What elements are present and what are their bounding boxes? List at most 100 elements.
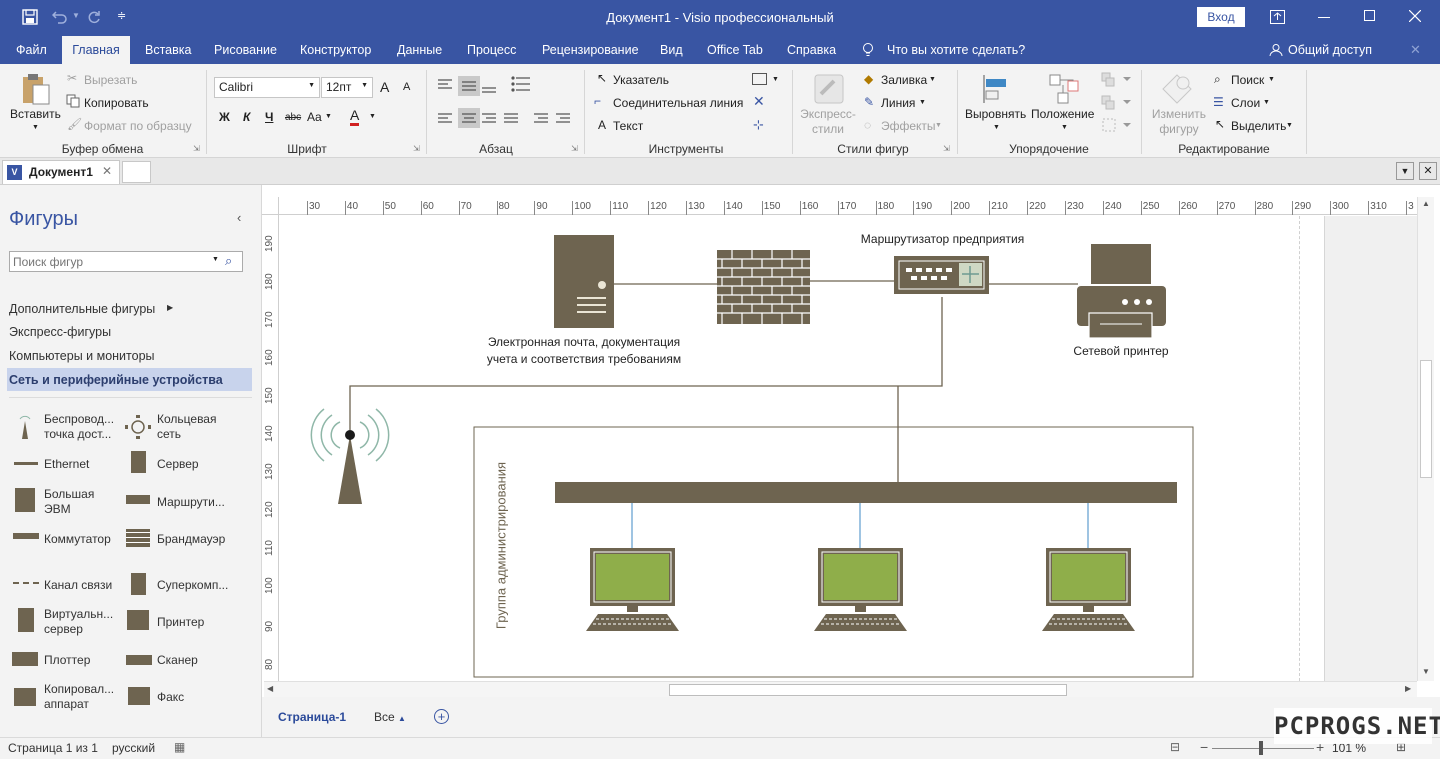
line-button[interactable]: Линия xyxy=(881,96,915,110)
tab-home[interactable]: Главная xyxy=(62,36,130,64)
copy-button[interactable]: Копировать xyxy=(84,96,149,110)
tab-data[interactable]: Данные xyxy=(397,36,442,64)
chevron-down-icon[interactable]: ▼ xyxy=(1286,122,1293,129)
stencil-router[interactable]: Маршрути... xyxy=(157,495,225,510)
find-button[interactable]: Поиск xyxy=(1231,73,1264,87)
tell-me-search[interactable]: Что вы хотите сделать? xyxy=(887,36,1025,64)
close-tab-icon[interactable]: ✕ xyxy=(102,164,112,178)
change-shape-icon[interactable] xyxy=(1160,72,1194,106)
connection-point-icon[interactable]: ⊹ xyxy=(753,117,764,133)
vertical-scrollbar[interactable]: ▲ ▼ xyxy=(1417,197,1434,681)
category-more-shapes[interactable]: Дополнительные фигуры ▶ xyxy=(9,302,184,316)
tab-process[interactable]: Процесс xyxy=(467,36,516,64)
category-quick-shapes[interactable]: Экспресс-фигуры xyxy=(9,325,111,339)
layers-button[interactable]: Слои xyxy=(1231,96,1260,110)
scroll-left-icon[interactable]: ◀ xyxy=(267,684,273,693)
paste-icon[interactable] xyxy=(20,72,52,106)
cut-button[interactable]: Вырезать xyxy=(84,73,137,87)
minimize-icon[interactable] xyxy=(1318,17,1330,18)
tab-list-dropdown-icon[interactable]: ▼ xyxy=(1396,162,1414,180)
italic-button[interactable]: К xyxy=(243,110,250,124)
horizontal-scroll-thumb[interactable] xyxy=(669,684,1067,696)
chevron-down-icon[interactable]: ▼ xyxy=(1268,76,1275,83)
tab-draw[interactable]: Рисование xyxy=(214,36,277,64)
share-button[interactable]: Общий доступ xyxy=(1288,36,1372,64)
new-tab-button[interactable] xyxy=(122,161,151,183)
zoom-slider[interactable] xyxy=(1212,748,1314,749)
stencil-ethernet[interactable]: Ethernet xyxy=(44,457,89,472)
document-tab[interactable]: V Документ1 ✕ xyxy=(2,160,120,184)
scroll-up-icon[interactable]: ▲ xyxy=(1422,199,1430,208)
redo-icon[interactable] xyxy=(86,10,102,24)
effects-button[interactable]: Эффекты xyxy=(881,119,936,133)
stencil-plotter[interactable]: Плоттер xyxy=(44,653,90,668)
shape-styles-launcher-icon[interactable]: ⇲ xyxy=(943,144,950,153)
fill-button[interactable]: Заливка xyxy=(881,73,927,87)
delete-connector-icon[interactable]: ✕ xyxy=(753,93,765,110)
collapse-panel-icon[interactable]: ‹ xyxy=(237,210,241,225)
chevron-down-icon[interactable]: ▼ xyxy=(369,113,376,120)
chevron-down-icon[interactable]: ▼ xyxy=(325,113,332,120)
zoom-slider-thumb[interactable] xyxy=(1259,741,1263,755)
strikethrough-button[interactable]: abc xyxy=(285,112,301,123)
shape-search-box[interactable]: ▼ ⌕ xyxy=(9,251,243,272)
tab-view[interactable]: Вид xyxy=(660,36,683,64)
chevron-down-icon[interactable]: ▼ xyxy=(929,76,936,83)
paragraph-launcher-icon[interactable]: ⇲ xyxy=(571,144,578,153)
stencil-virtual-server[interactable]: Виртуальн... сервер xyxy=(44,607,113,637)
chevron-down-icon[interactable]: ▼ xyxy=(993,124,1000,131)
tab-file[interactable]: Файл xyxy=(16,36,47,64)
shrink-font-icon[interactable]: A xyxy=(403,81,410,93)
quick-styles-icon[interactable] xyxy=(812,72,846,106)
text-tool-button[interactable]: Текст xyxy=(613,119,643,133)
macro-record-icon[interactable]: ▦ xyxy=(174,740,185,754)
chevron-down-icon[interactable]: ▼ xyxy=(772,76,779,83)
chevron-down-icon[interactable]: ▼ xyxy=(212,256,219,263)
paste-button[interactable]: Вставить xyxy=(10,107,61,121)
vertical-scroll-thumb[interactable] xyxy=(1420,360,1432,478)
stencil-supercomputer[interactable]: Суперкомп... xyxy=(157,578,228,593)
underline-button[interactable]: Ч xyxy=(265,110,273,124)
search-icon[interactable]: ⌕ xyxy=(225,253,232,269)
tab-review[interactable]: Рецензирование xyxy=(542,36,639,64)
stencil-wireless-ap[interactable]: Беспровод... точка дост... xyxy=(44,412,114,442)
save-icon[interactable] xyxy=(22,9,38,25)
close-document-icon[interactable]: ✕ xyxy=(1419,162,1437,180)
chevron-down-icon[interactable]: ▼ xyxy=(919,99,926,106)
tab-help[interactable]: Справка xyxy=(787,36,836,64)
grow-font-icon[interactable]: A xyxy=(380,79,389,95)
select-button[interactable]: Выделить xyxy=(1231,119,1286,133)
undo-icon[interactable] xyxy=(52,10,68,24)
add-page-icon[interactable]: + xyxy=(434,709,449,724)
font-size-select[interactable]: 12пт ▼ xyxy=(321,77,373,98)
presentation-mode-icon[interactable]: ⊟ xyxy=(1170,740,1180,754)
font-color-button[interactable]: A xyxy=(350,108,360,126)
quick-styles-button[interactable]: Экспресс- стили xyxy=(800,107,856,137)
stencil-scanner[interactable]: Сканер xyxy=(157,653,198,668)
ribbon-display-options-icon[interactable] xyxy=(1270,10,1285,24)
arrange-small-icons[interactable] xyxy=(1101,72,1133,134)
zoom-out-icon[interactable]: − xyxy=(1200,739,1208,755)
stencil-printer[interactable]: Принтер xyxy=(157,615,204,630)
close-icon[interactable] xyxy=(1409,10,1421,22)
chevron-down-icon[interactable]: ▼ xyxy=(1263,99,1270,106)
shape-search-input[interactable] xyxy=(10,252,206,271)
position-button[interactable]: Положение xyxy=(1031,107,1094,121)
maximize-icon[interactable] xyxy=(1364,10,1375,21)
pointer-tool-button[interactable]: Указатель xyxy=(613,73,669,87)
bold-button[interactable]: Ж xyxy=(219,110,230,124)
customize-qat-icon[interactable]: ≑ xyxy=(117,9,126,22)
format-painter-button[interactable]: Формат по образцу xyxy=(84,119,192,133)
stencil-mainframe[interactable]: Большая ЭВМ xyxy=(44,487,94,517)
change-case-button[interactable]: Aa xyxy=(307,110,322,124)
align-button[interactable]: Выровнять xyxy=(965,107,1026,121)
stencil-comm-link[interactable]: Канал связи xyxy=(44,578,112,593)
connector-tool-button[interactable]: Соединительная линия xyxy=(613,96,743,110)
login-button[interactable]: Вход xyxy=(1197,7,1245,27)
ribbon-close-icon[interactable]: ✕ xyxy=(1410,42,1421,58)
stencil-ring-network[interactable]: Кольцевая сеть xyxy=(157,412,216,442)
tab-design[interactable]: Конструктор xyxy=(300,36,371,64)
category-network-peripherals[interactable]: Сеть и периферийные устройства xyxy=(9,373,223,387)
tab-office-tab[interactable]: Office Tab xyxy=(707,36,763,64)
chevron-down-icon[interactable]: ▼ xyxy=(935,122,942,129)
